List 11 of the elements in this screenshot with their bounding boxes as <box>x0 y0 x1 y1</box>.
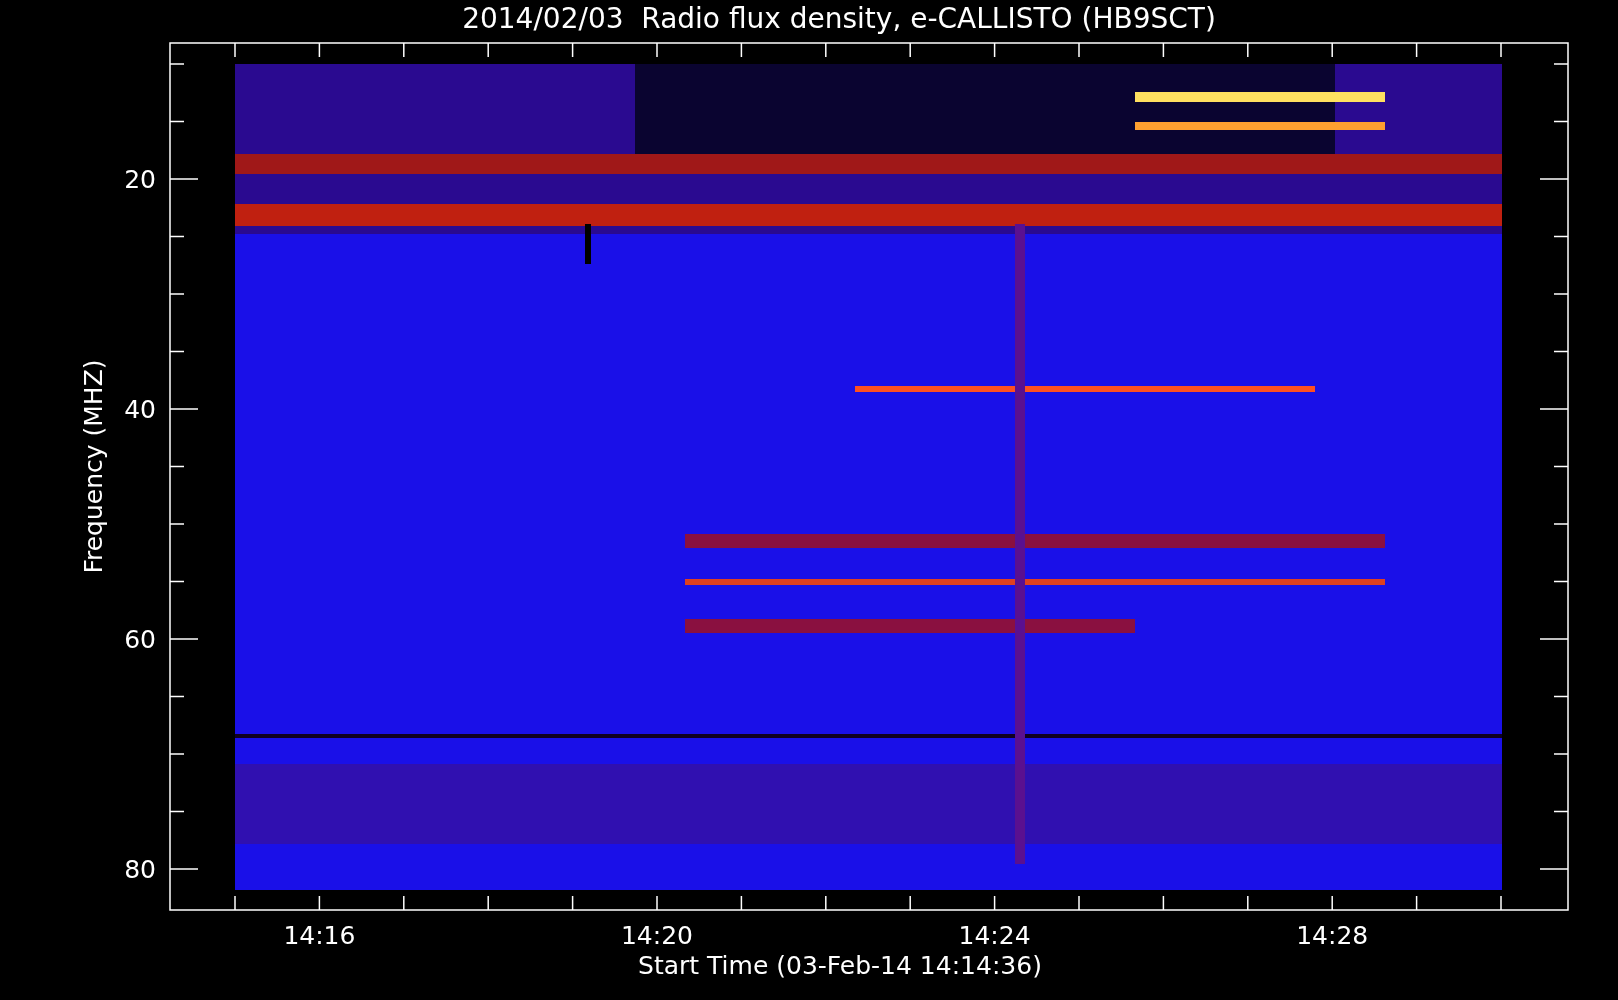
tick-label: 14:28 <box>1296 921 1369 950</box>
tick-label: 40 <box>124 395 156 424</box>
tick-label: 80 <box>124 855 156 884</box>
axis-label: Start Time (03-Feb-14 14:14:36) <box>638 951 1042 980</box>
tick-label: 14:20 <box>621 921 693 950</box>
tick-label: 14:16 <box>283 921 356 950</box>
chart-title: 2014/02/03 Radio flux density, e-CALLISTO (HB9SCT) <box>462 1 1216 37</box>
axis-label: Frequency (MHZ) <box>79 359 108 574</box>
tick-label: 20 <box>124 165 156 194</box>
tick-label: 14:24 <box>958 921 1031 950</box>
tick-label: 60 <box>124 625 156 654</box>
